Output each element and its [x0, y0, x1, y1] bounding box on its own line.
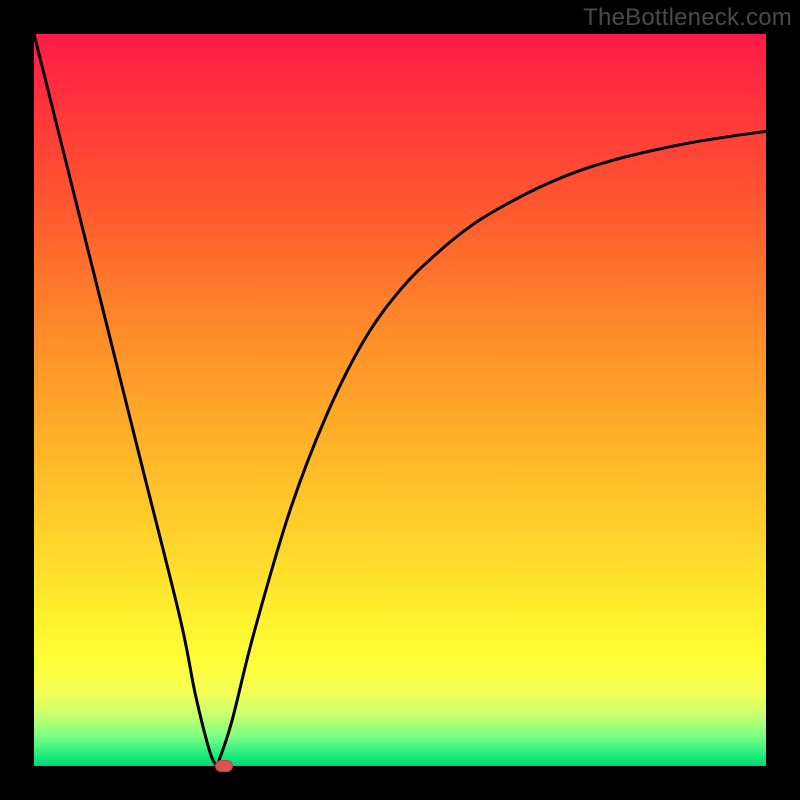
plot-area: [34, 34, 766, 766]
chart-frame: TheBottleneck.com: [0, 0, 800, 800]
watermark-text: TheBottleneck.com: [583, 4, 792, 32]
curve-path: [34, 34, 766, 770]
bottleneck-curve: [34, 34, 766, 766]
optimum-marker: [215, 760, 233, 772]
